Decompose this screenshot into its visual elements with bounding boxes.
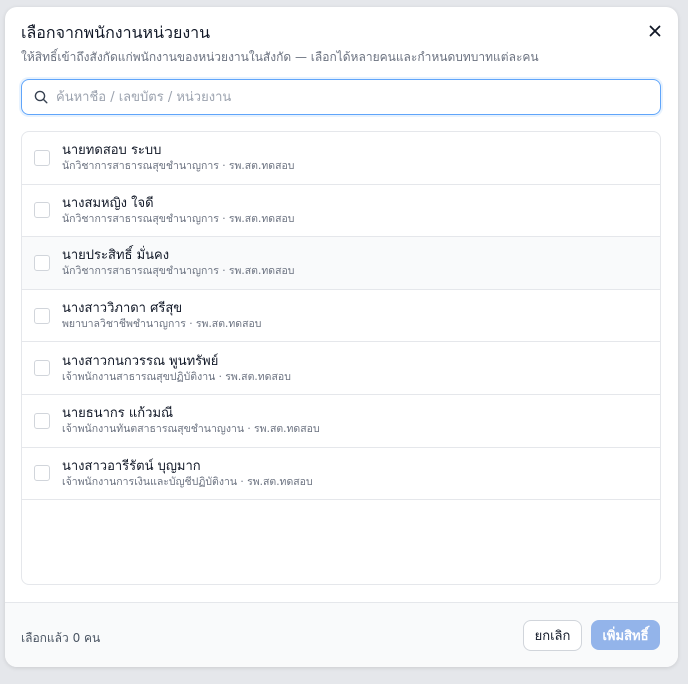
employee-name: นายประสิทธิ์ มั่นคง: [62, 248, 170, 264]
employee-row[interactable]: นางสมหญิง ใจดี นักวิชาการสาธารณสุขชำนาญก…: [22, 185, 660, 238]
employee-detail: เจ้าพนักงานสาธารณสุขปฏิบัติงาน · รพ.สต.ท…: [62, 370, 291, 383]
employee-checkbox[interactable]: [34, 202, 50, 219]
employee-list: นายทดสอบ ระบบ นักวิชาการสาธารณสุขชำนาญกา…: [21, 131, 661, 585]
employee-detail: เจ้าพนักงานทันตสาธารณสุขชำนาญงาน · รพ.สต…: [62, 423, 320, 436]
employee-row[interactable]: นายประสิทธิ์ มั่นคง นักวิชาการสาธารณสุขช…: [22, 237, 660, 290]
employee-row[interactable]: นางสาวอารีรัตน์ บุญมาก เจ้าพนักงานการเงิ…: [22, 448, 660, 501]
employee-checkbox[interactable]: [34, 412, 50, 429]
employee-checkbox[interactable]: [34, 360, 50, 377]
dialog-footer: เลือกแล้ว 0 คน ยกเลิก เพิ่มสิทธิ์: [5, 602, 678, 667]
employee-row[interactable]: นางสาวกนกวรรณ พูนทรัพย์ เจ้าพนักงานสาธาร…: [22, 342, 660, 395]
close-icon: [649, 25, 661, 37]
employee-name: นางสมหญิง ใจดี: [62, 195, 154, 211]
employee-row[interactable]: นางสาววิภาดา ศรีสุข พยาบาลวิชาชีพชำนาญกา…: [22, 290, 660, 343]
selected-count: เลือกแล้ว 0 คน: [21, 631, 101, 645]
dialog-subtitle: ให้สิทธิ์เข้าถึงสังกัดแก่พนักงานของหน่วย…: [21, 50, 539, 64]
search-box[interactable]: [21, 79, 661, 115]
employee-checkbox[interactable]: [34, 465, 50, 482]
employee-row[interactable]: นายทดสอบ ระบบ นักวิชาการสาธารณสุขชำนาญกา…: [22, 132, 660, 185]
employee-name: นางสาววิภาดา ศรีสุข: [62, 301, 183, 317]
employee-checkbox[interactable]: [34, 254, 50, 271]
add-permission-button[interactable]: เพิ่มสิทธิ์: [591, 620, 660, 650]
employee-detail: เจ้าพนักงานการเงินและบัญชีปฏิบัติงาน · ร…: [62, 475, 313, 488]
employee-checkbox[interactable]: [34, 149, 50, 166]
search-input[interactable]: [56, 89, 636, 105]
cancel-button[interactable]: ยกเลิก: [523, 620, 582, 651]
employee-detail: นักวิชาการสาธารณสุขชำนาญการ · รพ.สต.ทดสอ…: [62, 265, 295, 278]
dialog-title: เลือกจากพนักงานหน่วยงาน: [21, 23, 211, 42]
employee-detail: พยาบาลวิชาชีพชำนาญการ · รพ.สต.ทดสอบ: [62, 318, 262, 331]
employee-name: นายทดสอบ ระบบ: [62, 143, 162, 159]
employee-detail: นักวิชาการสาธารณสุขชำนาญการ · รพ.สต.ทดสอ…: [62, 212, 295, 225]
employee-picker-dialog: เลือกจากพนักงานหน่วยงาน ให้สิทธิ์เข้าถึง…: [5, 7, 678, 667]
employee-row[interactable]: นายธนากร แก้วมณี เจ้าพนักงานทันตสาธารณสุ…: [22, 395, 660, 448]
employee-name: นายธนากร แก้วมณี: [62, 406, 174, 422]
employee-name: นางสาวกนกวรรณ พูนทรัพย์: [62, 353, 219, 369]
search-icon: [34, 90, 48, 104]
close-button[interactable]: [645, 21, 665, 41]
employee-name: นางสาวอารีรัตน์ บุญมาก: [62, 458, 201, 474]
employee-checkbox[interactable]: [34, 307, 50, 324]
employee-detail: นักวิชาการสาธารณสุขชำนาญการ · รพ.สต.ทดสอ…: [62, 160, 295, 173]
